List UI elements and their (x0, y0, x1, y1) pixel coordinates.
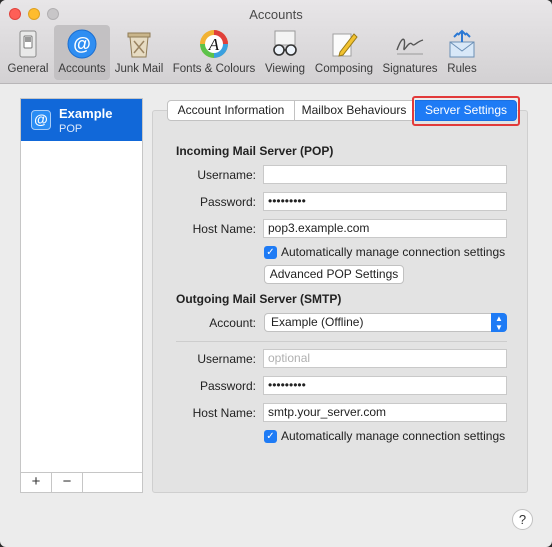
outgoing-auto-manage-checkbox[interactable]: ✓ (264, 430, 277, 443)
toolbar-rules[interactable]: Rules (443, 25, 481, 80)
account-row-example[interactable]: @ Example POP (21, 99, 142, 141)
svg-text:@: @ (73, 34, 91, 54)
signature-icon (396, 38, 424, 55)
toolbar-viewing-label: Viewing (264, 63, 306, 75)
tab-account-information[interactable]: Account Information (167, 100, 295, 121)
pencil-note-icon (332, 33, 358, 57)
tab-mailbox-behaviours[interactable]: Mailbox Behaviours (294, 100, 414, 121)
outgoing-section-title: Outgoing Mail Server (SMTP) (176, 292, 342, 306)
toolbar-accounts[interactable]: @ Accounts (54, 25, 110, 80)
window-title: Accounts (249, 7, 303, 22)
outgoing-auto-manage-label: Automatically manage connection settings (281, 429, 506, 443)
incoming-host-label: Host Name: (192, 222, 256, 236)
toolbar-junk-mail[interactable]: Junk Mail (112, 25, 166, 80)
outgoing-username-label: Username: (197, 352, 256, 366)
toolbar-rules-label: Rules (447, 63, 477, 75)
trash-bin-icon (127, 32, 151, 58)
envelope-arrows-icon (449, 29, 475, 58)
remove-account-button[interactable]: − (52, 473, 83, 492)
accounts-list-footer: + − (21, 472, 142, 492)
accounts-preferences-window: Accounts General @ Accounts Junk Mail A … (0, 0, 552, 547)
outgoing-password-field[interactable]: ••••••••• (263, 376, 507, 395)
toolbar-viewing[interactable]: Viewing (261, 25, 309, 80)
outgoing-account-label: Account: (209, 316, 256, 330)
toolbar-signatures[interactable]: Signatures (379, 25, 441, 80)
accounts-list: @ Example POP + − (20, 98, 143, 493)
titlebar: Accounts General @ Accounts Junk Mail A … (0, 0, 552, 84)
glasses-icon (273, 30, 297, 56)
server-settings-highlight (412, 96, 520, 126)
add-account-button[interactable]: + (21, 473, 52, 492)
outgoing-username-field[interactable]: optional (263, 349, 507, 368)
account-type: POP (59, 123, 83, 135)
font-color-wheel-icon: A (200, 30, 228, 58)
incoming-auto-manage-label: Automatically manage connection settings (281, 245, 506, 259)
general-switch-icon (19, 30, 37, 58)
toolbar-junk-mail-label: Junk Mail (114, 63, 164, 75)
svg-text:A: A (208, 35, 220, 54)
incoming-password-field[interactable]: ••••••••• (263, 192, 507, 211)
account-name: Example (59, 106, 113, 121)
outgoing-host-field[interactable]: smtp.your_server.com (263, 403, 507, 422)
advanced-pop-settings-button[interactable]: Advanced POP Settings (264, 265, 404, 284)
toolbar-general[interactable]: General (4, 25, 52, 80)
help-button[interactable]: ? (512, 509, 533, 530)
incoming-section-title: Incoming Mail Server (POP) (176, 144, 334, 158)
toolbar-fonts-colours[interactable]: A Fonts & Colours (169, 25, 259, 80)
outgoing-account-select[interactable]: Example (Offline) ▲ ▼ (264, 313, 507, 332)
outgoing-account-value: Example (Offline) (271, 315, 364, 329)
at-sign-icon: @ (67, 29, 97, 59)
toolbar-composing[interactable]: Composing (311, 25, 377, 80)
toolbar-general-label: General (7, 63, 49, 75)
incoming-host-field[interactable]: pop3.example.com (263, 219, 507, 238)
toolbar-fonts-colours-label: Fonts & Colours (172, 63, 256, 75)
chevron-up-down-icon: ▲ ▼ (491, 313, 507, 332)
incoming-auto-manage-checkbox[interactable]: ✓ (264, 246, 277, 259)
incoming-username-label: Username: (197, 168, 256, 182)
outgoing-password-label: Password: (199, 379, 256, 393)
incoming-password-label: Password: (199, 195, 256, 209)
toolbar-signatures-label: Signatures (382, 63, 438, 75)
incoming-username-field[interactable] (263, 165, 507, 184)
section-divider (176, 341, 507, 342)
account-at-icon: @ (31, 110, 51, 130)
outgoing-host-label: Host Name: (192, 406, 256, 420)
toolbar-composing-label: Composing (314, 63, 374, 75)
toolbar-accounts-label: Accounts (58, 63, 106, 75)
